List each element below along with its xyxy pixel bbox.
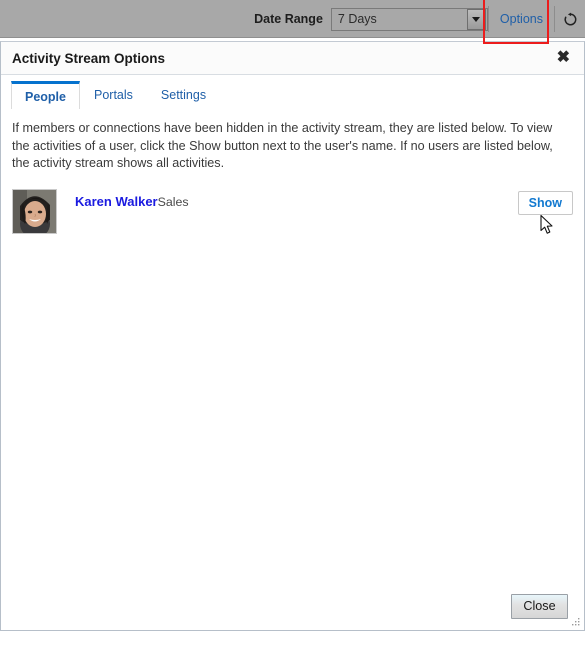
caret-shape	[472, 16, 481, 22]
toolbar-controls: Date Range 7 Days Options	[254, 0, 585, 38]
refresh-icon[interactable]	[555, 0, 585, 38]
tab-people[interactable]: People	[11, 81, 80, 109]
user-info: Karen WalkerSales	[75, 189, 195, 211]
top-toolbar: Date Range 7 Days Options	[0, 0, 585, 44]
tab-settings-label: Settings	[160, 88, 207, 102]
dialog-header: Activity Stream Options ✖	[1, 42, 584, 75]
date-range-select[interactable]: 7 Days	[330, 7, 488, 31]
avatar	[12, 188, 57, 234]
dialog-title: Activity Stream Options	[12, 50, 166, 66]
user-name-link[interactable]: Karen Walker	[75, 194, 158, 209]
chevron-down-icon[interactable]	[466, 8, 486, 30]
tab-portals[interactable]: Portals	[80, 81, 147, 109]
dialog-body: If members or connections have been hidd…	[1, 110, 584, 582]
tab-settings[interactable]: Settings	[147, 81, 220, 109]
user-department: Sales	[157, 194, 189, 209]
list-item: Karen WalkerSales Show	[12, 187, 573, 234]
date-range-value: 7 Days	[337, 12, 377, 26]
mouse-cursor-icon	[540, 214, 555, 241]
show-button[interactable]: Show	[517, 190, 573, 215]
dialog-tabs: People Portals Settings	[1, 81, 584, 109]
close-icon[interactable]: ✖	[553, 48, 574, 68]
tab-people-label: People	[25, 89, 66, 104]
options-link[interactable]: Options	[489, 0, 554, 38]
resize-grip[interactable]	[569, 616, 581, 628]
user-action-cell: Show	[517, 189, 573, 234]
activity-stream-options-dialog: Activity Stream Options ✖ People Portals…	[0, 41, 585, 631]
dialog-description: If members or connections have been hidd…	[12, 121, 553, 170]
tab-portals-label: Portals	[94, 88, 133, 102]
close-button[interactable]: Close	[511, 593, 568, 619]
date-range-label: Date Range	[254, 12, 323, 26]
dialog-footer: Close	[1, 582, 584, 630]
